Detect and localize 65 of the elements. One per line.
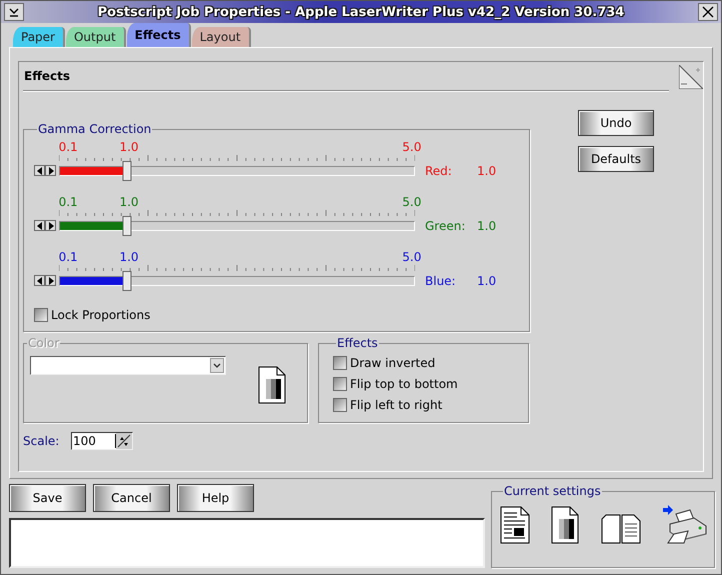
text-page-icon: [500, 506, 530, 544]
close-icon: [702, 6, 714, 18]
slider-mid-label: 1.0: [119, 195, 139, 209]
channel-label: Blue:: [425, 274, 457, 288]
spin-arrows-icon: [117, 434, 131, 448]
side-button[interactable]: Defaults: [578, 146, 654, 172]
step-left-button[interactable]: [34, 165, 45, 176]
window-title: Postscript Job Properties - Apple LaserWriter Plus v42_2 Version 30.734: [98, 4, 624, 20]
slider-min-label: 0.1: [58, 195, 78, 209]
tab[interactable]: Layout: [192, 27, 251, 47]
side-button[interactable]: Undo: [578, 110, 654, 136]
slider-thumb[interactable]: [122, 216, 132, 236]
dialog-button[interactable]: Cancel: [93, 484, 170, 512]
grayscale-page-icon: [258, 366, 286, 404]
slider-thumb[interactable]: [122, 161, 132, 181]
slider[interactable]: [59, 216, 415, 236]
checkbox-label: Draw inverted: [350, 356, 436, 370]
step-right-button[interactable]: [45, 165, 56, 176]
color-dropdown[interactable]: [30, 356, 226, 375]
channel-value: 1.0: [477, 164, 496, 178]
grayscale-page-icon: [551, 506, 580, 544]
slider-max-label: 5.0: [402, 140, 422, 154]
scale-label: Scale:: [23, 434, 60, 448]
checkbox-label: Flip left to right: [350, 398, 442, 412]
checkbox[interactable]: [333, 356, 347, 370]
checkbox[interactable]: [34, 308, 48, 322]
dialog-button[interactable]: Help: [177, 484, 254, 512]
page-corner-icon[interactable]: [679, 65, 703, 89]
tab[interactable]: Paper: [13, 27, 65, 47]
checkbox-label: Flip top to bottom: [350, 377, 458, 391]
channel-label: Red:: [425, 164, 453, 178]
channel-value: 1.0: [477, 219, 496, 233]
tab[interactable]: Output: [66, 27, 126, 47]
step-left-button[interactable]: [34, 220, 45, 231]
group-title: Color: [28, 336, 60, 350]
scale-spinbox[interactable]: 100: [71, 432, 133, 450]
step-left-button[interactable]: [34, 275, 45, 286]
group-title: Effects: [337, 336, 378, 350]
slider-min-label: 0.1: [58, 140, 78, 154]
panel-title: Effects: [23, 69, 70, 83]
group-title: Current settings: [504, 484, 601, 498]
channel-label: Green:: [425, 219, 466, 233]
printer-icon: [662, 504, 708, 544]
step-right-button[interactable]: [45, 275, 56, 286]
step-right-button[interactable]: [45, 220, 56, 231]
dropdown-caret-icon: [213, 362, 221, 368]
slider-mid-label: 1.0: [119, 140, 139, 154]
slider-max-label: 5.0: [402, 195, 422, 209]
checkbox-label: Lock Proportions: [51, 308, 150, 322]
slider[interactable]: [59, 271, 415, 291]
window-menu-button[interactable]: [4, 3, 24, 21]
slider[interactable]: [59, 161, 415, 181]
close-button[interactable]: [698, 3, 718, 21]
menu-caret-icon: [8, 7, 20, 17]
slider-min-label: 0.1: [58, 250, 78, 264]
checkbox[interactable]: [333, 377, 347, 391]
channel-value: 1.0: [477, 274, 496, 288]
group-title: Gamma Correction: [38, 122, 152, 136]
slider-mid-label: 1.0: [119, 250, 139, 264]
dialog-button[interactable]: Save: [9, 484, 86, 512]
two-pages-icon: [600, 514, 641, 544]
tab[interactable]: Effects: [126, 23, 191, 47]
slider-max-label: 5.0: [402, 250, 422, 264]
checkbox[interactable]: [333, 398, 347, 412]
slider-thumb[interactable]: [122, 271, 132, 291]
